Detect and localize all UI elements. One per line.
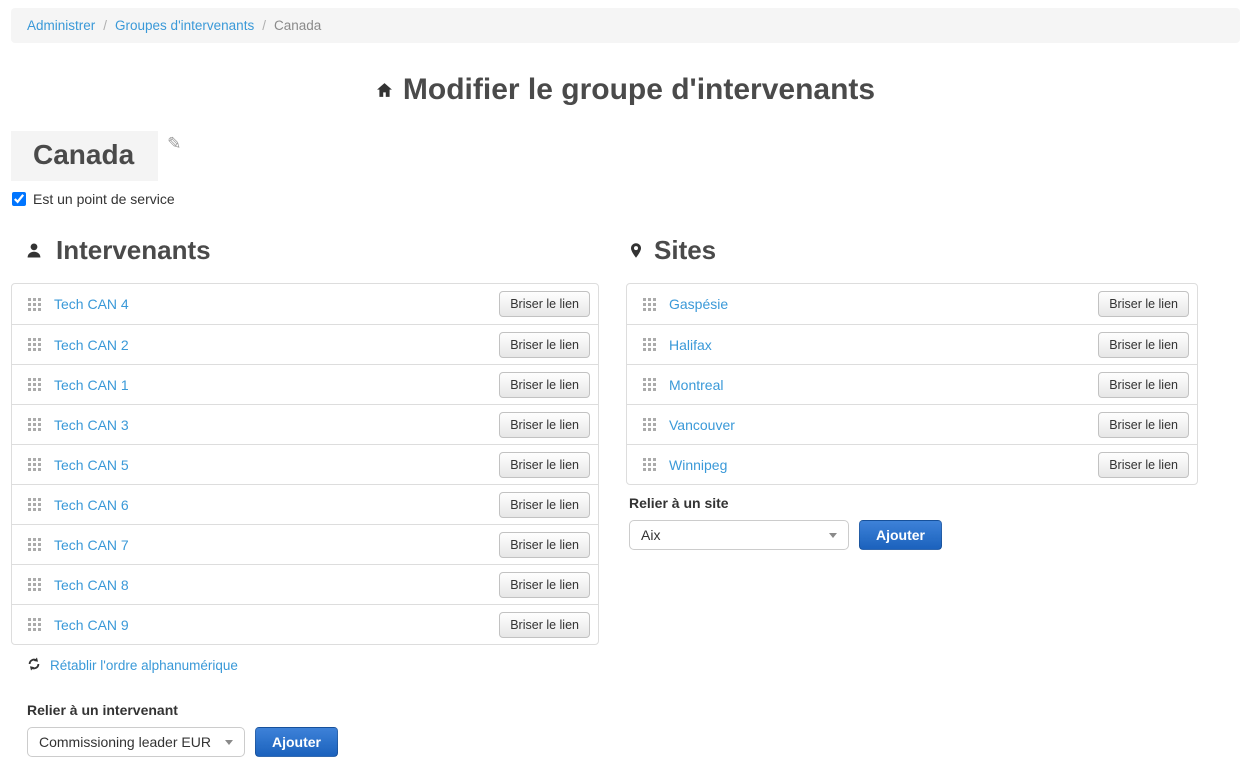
- site-link[interactable]: Vancouver: [669, 417, 1098, 433]
- reorder-link-text: Rétablir l'ordre alphanumérique: [50, 658, 238, 673]
- location-pin-icon: [630, 235, 642, 265]
- breadcrumb: Administrer / Groupes d'intervenants / Canad…: [11, 8, 1240, 43]
- home-icon: [376, 73, 393, 107]
- unlink-button[interactable]: Briser le lien: [499, 452, 590, 478]
- caret-down-icon: [829, 533, 837, 538]
- site-row: Gaspésie Briser le lien: [627, 284, 1197, 324]
- site-select[interactable]: Aix: [629, 520, 849, 550]
- link-intervenant-label: Relier à un intervenant: [27, 702, 599, 718]
- unlink-button[interactable]: Briser le lien: [499, 372, 590, 398]
- intervenant-link[interactable]: Tech CAN 6: [54, 497, 499, 513]
- sites-heading: Sites: [626, 235, 1198, 265]
- drag-handle-icon[interactable]: [28, 538, 41, 551]
- drag-handle-icon[interactable]: [643, 298, 656, 311]
- unlink-button[interactable]: Briser le lien: [499, 532, 590, 558]
- unlink-button[interactable]: Briser le lien: [499, 332, 590, 358]
- site-link[interactable]: Halifax: [669, 337, 1098, 353]
- page-title: Modifier le groupe d'intervenants: [11, 73, 1240, 107]
- refresh-icon: [27, 657, 41, 674]
- intervenants-list: Tech CAN 4 Briser le lien Tech CAN 2 Bri…: [11, 283, 599, 645]
- unlink-button[interactable]: Briser le lien: [499, 412, 590, 438]
- drag-handle-icon[interactable]: [28, 498, 41, 511]
- drag-handle-icon[interactable]: [28, 378, 41, 391]
- add-site-button[interactable]: Ajouter: [859, 520, 942, 550]
- unlink-button[interactable]: Briser le lien: [499, 492, 590, 518]
- site-link[interactable]: Montreal: [669, 377, 1098, 393]
- site-link[interactable]: Winnipeg: [669, 457, 1098, 473]
- drag-handle-icon[interactable]: [28, 338, 41, 351]
- content-columns: Intervenants Tech CAN 4 Briser le lien: [11, 235, 1240, 757]
- user-icon: [26, 235, 42, 265]
- site-row: Halifax Briser le lien: [627, 324, 1197, 364]
- sites-list: Gaspésie Briser le lien Halifax Briser l…: [626, 283, 1198, 485]
- service-point-checkbox[interactable]: [12, 192, 26, 206]
- service-point-row: Est un point de service: [12, 191, 1240, 207]
- link-site-form: Relier à un site Aix Ajouter: [629, 495, 1198, 550]
- intervenant-row: Tech CAN 7 Briser le lien: [12, 524, 598, 564]
- intervenant-row: Tech CAN 2 Briser le lien: [12, 324, 598, 364]
- unlink-button[interactable]: Briser le lien: [499, 291, 590, 317]
- link-site-label: Relier à un site: [629, 495, 1198, 511]
- add-intervenant-button[interactable]: Ajouter: [255, 727, 338, 757]
- intervenant-row: Tech CAN 8 Briser le lien: [12, 564, 598, 604]
- breadcrumb-separator: /: [262, 18, 266, 33]
- drag-handle-icon[interactable]: [28, 578, 41, 591]
- intervenant-row: Tech CAN 3 Briser le lien: [12, 404, 598, 444]
- unlink-button[interactable]: Briser le lien: [499, 612, 590, 638]
- breadcrumb-link-groupes[interactable]: Groupes d'intervenants: [115, 18, 254, 33]
- drag-handle-icon[interactable]: [643, 418, 656, 431]
- service-point-label: Est un point de service: [33, 191, 175, 207]
- drag-handle-icon[interactable]: [28, 298, 41, 311]
- intervenant-link[interactable]: Tech CAN 5: [54, 457, 499, 473]
- unlink-button[interactable]: Briser le lien: [499, 572, 590, 598]
- unlink-button[interactable]: Briser le lien: [1098, 412, 1189, 438]
- intervenants-section: Intervenants Tech CAN 4 Briser le lien: [11, 235, 599, 757]
- unlink-button[interactable]: Briser le lien: [1098, 452, 1189, 478]
- intervenant-row: Tech CAN 5 Briser le lien: [12, 444, 598, 484]
- intervenant-row: Tech CAN 6 Briser le lien: [12, 484, 598, 524]
- page-title-text: Modifier le groupe d'intervenants: [403, 73, 875, 107]
- drag-handle-icon[interactable]: [643, 338, 656, 351]
- link-intervenant-form: Relier à un intervenant Commissioning le…: [27, 702, 599, 757]
- intervenants-heading: Intervenants: [11, 235, 599, 265]
- group-name-row: Canada ✎: [11, 131, 1240, 181]
- site-row: Montreal Briser le lien: [627, 364, 1197, 404]
- drag-handle-icon[interactable]: [643, 378, 656, 391]
- unlink-button[interactable]: Briser le lien: [1098, 372, 1189, 398]
- intervenant-link[interactable]: Tech CAN 9: [54, 617, 499, 633]
- intervenant-select[interactable]: Commissioning leader EUR: [27, 727, 245, 757]
- breadcrumb-link-administrer[interactable]: Administrer: [27, 18, 95, 33]
- edit-pencil-icon[interactable]: ✎: [167, 135, 181, 152]
- page-container: Administrer / Groupes d'intervenants / Canad…: [0, 0, 1251, 757]
- intervenant-row: Tech CAN 1 Briser le lien: [12, 364, 598, 404]
- intervenant-link[interactable]: Tech CAN 8: [54, 577, 499, 593]
- sites-heading-text: Sites: [654, 235, 716, 265]
- unlink-button[interactable]: Briser le lien: [1098, 291, 1189, 317]
- site-row: Vancouver Briser le lien: [627, 404, 1197, 444]
- intervenant-link[interactable]: Tech CAN 1: [54, 377, 499, 393]
- drag-handle-icon[interactable]: [28, 458, 41, 471]
- breadcrumb-current: Canada: [274, 18, 321, 33]
- intervenants-heading-text: Intervenants: [56, 235, 211, 265]
- sites-section: Sites Gaspésie Briser le lien: [626, 235, 1198, 550]
- intervenant-link[interactable]: Tech CAN 3: [54, 417, 499, 433]
- drag-handle-icon[interactable]: [643, 458, 656, 471]
- unlink-button[interactable]: Briser le lien: [1098, 332, 1189, 358]
- drag-handle-icon[interactable]: [28, 418, 41, 431]
- intervenant-row: Tech CAN 4 Briser le lien: [12, 284, 598, 324]
- drag-handle-icon[interactable]: [28, 618, 41, 631]
- site-row: Winnipeg Briser le lien: [627, 444, 1197, 484]
- breadcrumb-separator: /: [103, 18, 107, 33]
- intervenant-link[interactable]: Tech CAN 2: [54, 337, 499, 353]
- site-link[interactable]: Gaspésie: [669, 296, 1098, 312]
- intervenant-row: Tech CAN 9 Briser le lien: [12, 604, 598, 644]
- site-select-value: Aix: [641, 527, 660, 543]
- group-name: Canada: [11, 131, 158, 181]
- intervenant-select-value: Commissioning leader EUR: [39, 734, 211, 750]
- reorder-alphabetical-link[interactable]: Rétablir l'ordre alphanumérique: [27, 657, 238, 674]
- caret-down-icon: [225, 740, 233, 745]
- intervenant-link[interactable]: Tech CAN 7: [54, 537, 499, 553]
- intervenant-link[interactable]: Tech CAN 4: [54, 296, 499, 312]
- group-name-text: Canada: [33, 139, 134, 170]
